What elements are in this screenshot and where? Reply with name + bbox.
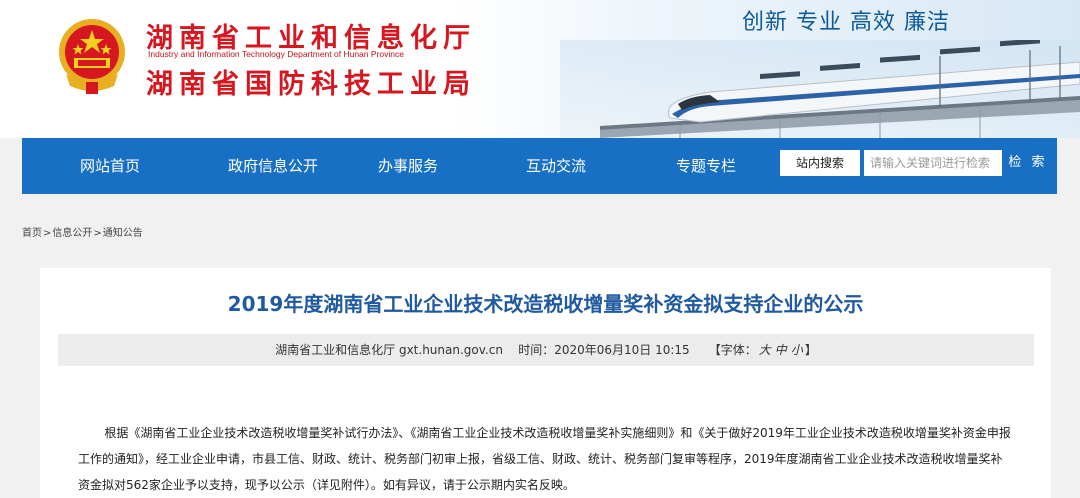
main-nav: 网站首页 政府信息公开 办事服务 互动交流 专题专栏 站内搜索 检 索: [22, 138, 1057, 194]
train-banner-image: [560, 40, 1080, 138]
breadcrumb-info-public[interactable]: 信息公开: [52, 228, 92, 239]
breadcrumb: 首页>信息公开>通知公告: [22, 224, 143, 239]
department-title-english: Industry and Information Technology Depa…: [148, 49, 404, 59]
font-size-prefix: 【字体：: [708, 343, 757, 357]
font-size-large-button[interactable]: 大: [759, 343, 771, 357]
article-panel: 2019年度湖南省工业企业技术改造税收增量奖补资金拟支持企业的公示 湖南省工业和…: [40, 268, 1051, 498]
breadcrumb-home[interactable]: 首页: [22, 228, 42, 239]
article-paragraph: 根据《湖南省工业企业技术改造税收增量奖补试行办法》、《湖南省工业企业技术改造税收…: [78, 426, 1011, 492]
search-input[interactable]: [864, 150, 1002, 176]
nav-item-services[interactable]: 办事服务: [378, 138, 438, 194]
search-button[interactable]: 检 索: [1006, 150, 1050, 176]
nav-item-topics[interactable]: 专题专栏: [676, 138, 736, 194]
site-header: 湖南省工业和信息化厅 Industry and Information Tech…: [0, 0, 1080, 138]
article-body: 根据《湖南省工业企业技术改造税收增量奖补试行办法》、《湖南省工业企业技术改造税收…: [78, 420, 1014, 498]
nav-item-home[interactable]: 网站首页: [80, 138, 140, 194]
bureau-title: 湖南省国防科技工业局: [146, 69, 476, 100]
breadcrumb-separator: >: [93, 228, 102, 239]
nav-item-interact[interactable]: 互动交流: [526, 138, 586, 194]
article-time: 时间：2020年06月10日 10:15: [518, 343, 690, 357]
article-source: 湖南省工业和信息化厅 gxt.hunan.gov.cn: [275, 343, 503, 357]
font-size-suffix: 】: [804, 343, 817, 357]
article-meta: 湖南省工业和信息化厅 gxt.hunan.gov.cn 时间：2020年06月1…: [58, 334, 1034, 366]
font-size-medium-button[interactable]: 中: [775, 343, 787, 357]
nav-item-gov-info[interactable]: 政府信息公开: [228, 138, 318, 194]
slogan: 创新 专业 高效 廉洁: [742, 10, 950, 35]
breadcrumb-separator: >: [43, 228, 52, 239]
site-search-label: 站内搜索: [780, 150, 860, 176]
font-size-small-button[interactable]: 小: [791, 343, 803, 357]
national-emblem-icon: [59, 19, 125, 94]
article-title: 2019年度湖南省工业企业技术改造税收增量奖补资金拟支持企业的公示: [227, 292, 864, 316]
breadcrumb-notices[interactable]: 通知公告: [103, 228, 143, 239]
